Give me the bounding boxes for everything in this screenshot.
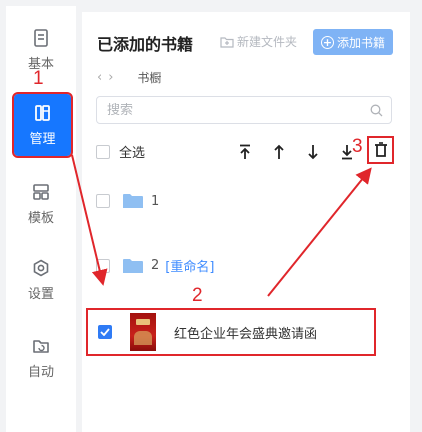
folder-checkbox[interactable] [96, 258, 110, 273]
annotation-number: 3 [352, 136, 363, 157]
sidebar-item-template[interactable]: 模板 [14, 174, 68, 234]
sidebar-item-label: 设置 [27, 286, 54, 302]
folder-row[interactable]: 1 [96, 193, 159, 209]
move-top-button[interactable] [235, 142, 255, 162]
new-folder-icon [220, 36, 234, 48]
annotation-number: 1 [33, 68, 44, 89]
select-all[interactable]: 全选 [96, 142, 145, 161]
auto-folder-icon [33, 339, 49, 353]
books-icon [34, 104, 50, 121]
document-icon [34, 28, 48, 47]
book-checkbox[interactable] [98, 325, 112, 339]
search-icon[interactable] [370, 104, 383, 117]
rename-link[interactable]: [重命名] [165, 256, 214, 275]
new-folder-label: 新建文件夹 [237, 35, 298, 49]
add-book-button[interactable]: + 添加书籍 [313, 29, 393, 55]
folder-checkbox[interactable] [96, 194, 110, 208]
move-up-icon [274, 144, 284, 159]
sidebar-item-settings[interactable]: 设置 [14, 250, 68, 310]
book-cover-thumbnail [130, 313, 156, 351]
new-folder-button[interactable]: 新建文件夹 [220, 33, 297, 50]
delete-button[interactable] [367, 136, 394, 164]
add-book-label: 添加书籍 [336, 35, 385, 50]
breadcrumb-current[interactable]: 书橱 [137, 69, 161, 86]
book-row[interactable]: 红色企业年会盛典邀请函 [86, 308, 376, 356]
sidebar-item-label: 管理 [29, 131, 56, 147]
list-toolbar: 全选 [96, 136, 396, 164]
search-input[interactable] [107, 102, 370, 118]
move-up-button[interactable] [269, 142, 289, 162]
panel-title: 已添加的书籍 [97, 35, 194, 54]
back-arrow-icon[interactable]: ‹ [97, 70, 102, 85]
folder-icon [123, 258, 143, 273]
checkmark-icon [100, 328, 110, 336]
folder-row[interactable]: 2 [重命名] [96, 256, 214, 275]
book-panel: 已添加的书籍 新建文件夹 + 添加书籍 ‹ › 书橱 全选 [82, 12, 410, 432]
plus-circle-icon: + [320, 35, 334, 49]
book-title: 红色企业年会盛典邀请函 [174, 326, 318, 342]
select-all-label: 全选 [119, 146, 146, 161]
breadcrumb: ‹ › 书橱 [97, 69, 161, 86]
annotation-number: 2 [192, 285, 203, 306]
folder-name: 2 [151, 258, 160, 273]
sidebar-item-auto[interactable]: 自动 [14, 328, 68, 388]
trash-icon [374, 142, 387, 157]
folder-name: 1 [151, 193, 160, 209]
template-icon [33, 183, 49, 200]
sidebar-item-label: 自动 [27, 364, 54, 380]
sidebar-item-manage[interactable]: 管理 [12, 92, 73, 158]
move-top-icon [240, 144, 250, 159]
forward-arrow-icon[interactable]: › [108, 70, 113, 85]
move-down-button[interactable] [303, 142, 323, 162]
folder-icon [123, 194, 143, 208]
settings-hexagon-icon [33, 259, 49, 276]
search-box [96, 96, 392, 124]
select-all-checkbox[interactable] [96, 144, 110, 159]
move-down-icon [308, 145, 318, 160]
sidebar-item-label: 模板 [27, 210, 54, 226]
